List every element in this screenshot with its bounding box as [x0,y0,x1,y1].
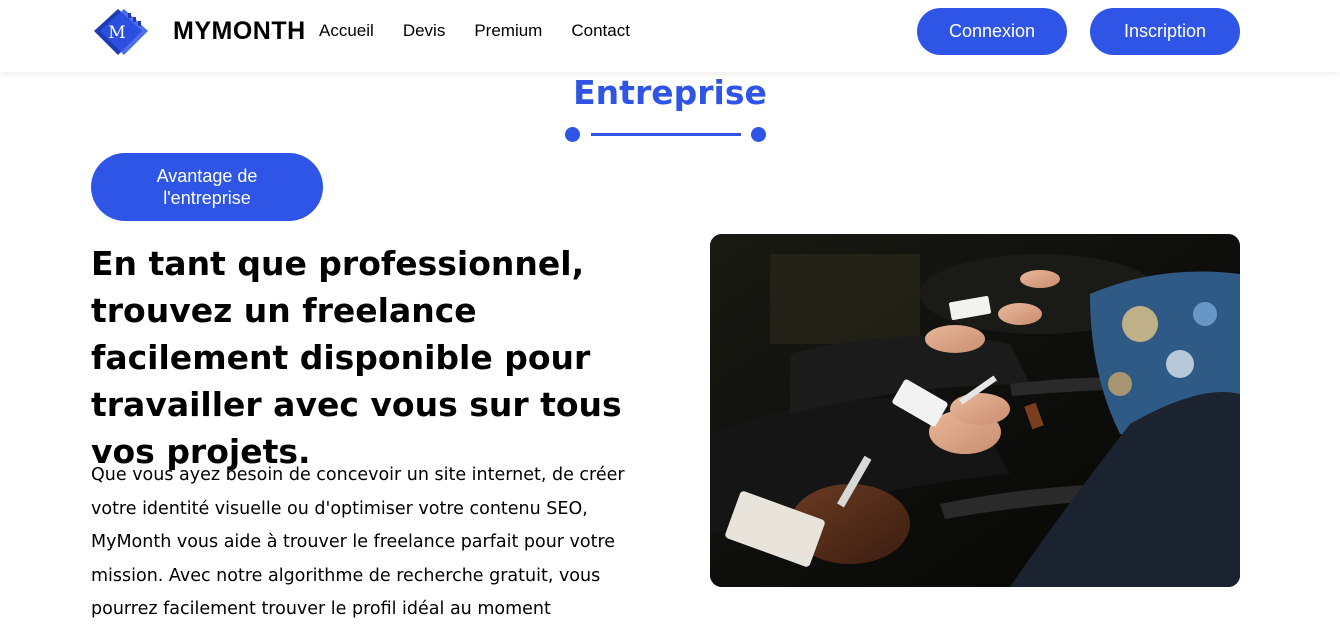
login-button[interactable]: Connexion [917,8,1067,55]
signup-button[interactable]: Inscription [1090,8,1240,55]
logo-letter: M [108,23,125,43]
divider-dot-left [565,127,580,142]
nav-accueil[interactable]: Accueil [319,21,374,41]
brand-name[interactable]: MYMONTH [173,17,306,46]
nav-premium[interactable]: Premium [474,21,542,41]
divider-dot-right [751,127,766,142]
conference-photo-illustration [710,234,1240,587]
main-nav: Accueil Devis Premium Contact [319,21,659,41]
nav-devis[interactable]: Devis [403,21,446,41]
mymonth-logo-icon[interactable]: M [92,7,154,57]
nav-contact[interactable]: Contact [571,21,630,41]
page: M MYMONTH Accueil Devis Premium Contact … [0,0,1340,631]
conference-photo [710,234,1240,587]
title-divider [565,126,767,144]
avantage-entreprise-button[interactable]: Avantage de l'entreprise [91,153,323,221]
body-text: Que vous ayez besoin de concevoir un sit… [91,465,625,619]
divider-line [591,133,741,136]
headline: En tant que professionnel, trouvez un fr… [91,244,622,471]
site-header: M MYMONTH Accueil Devis Premium Contact … [0,0,1340,72]
section-title: Entreprise [573,73,767,112]
